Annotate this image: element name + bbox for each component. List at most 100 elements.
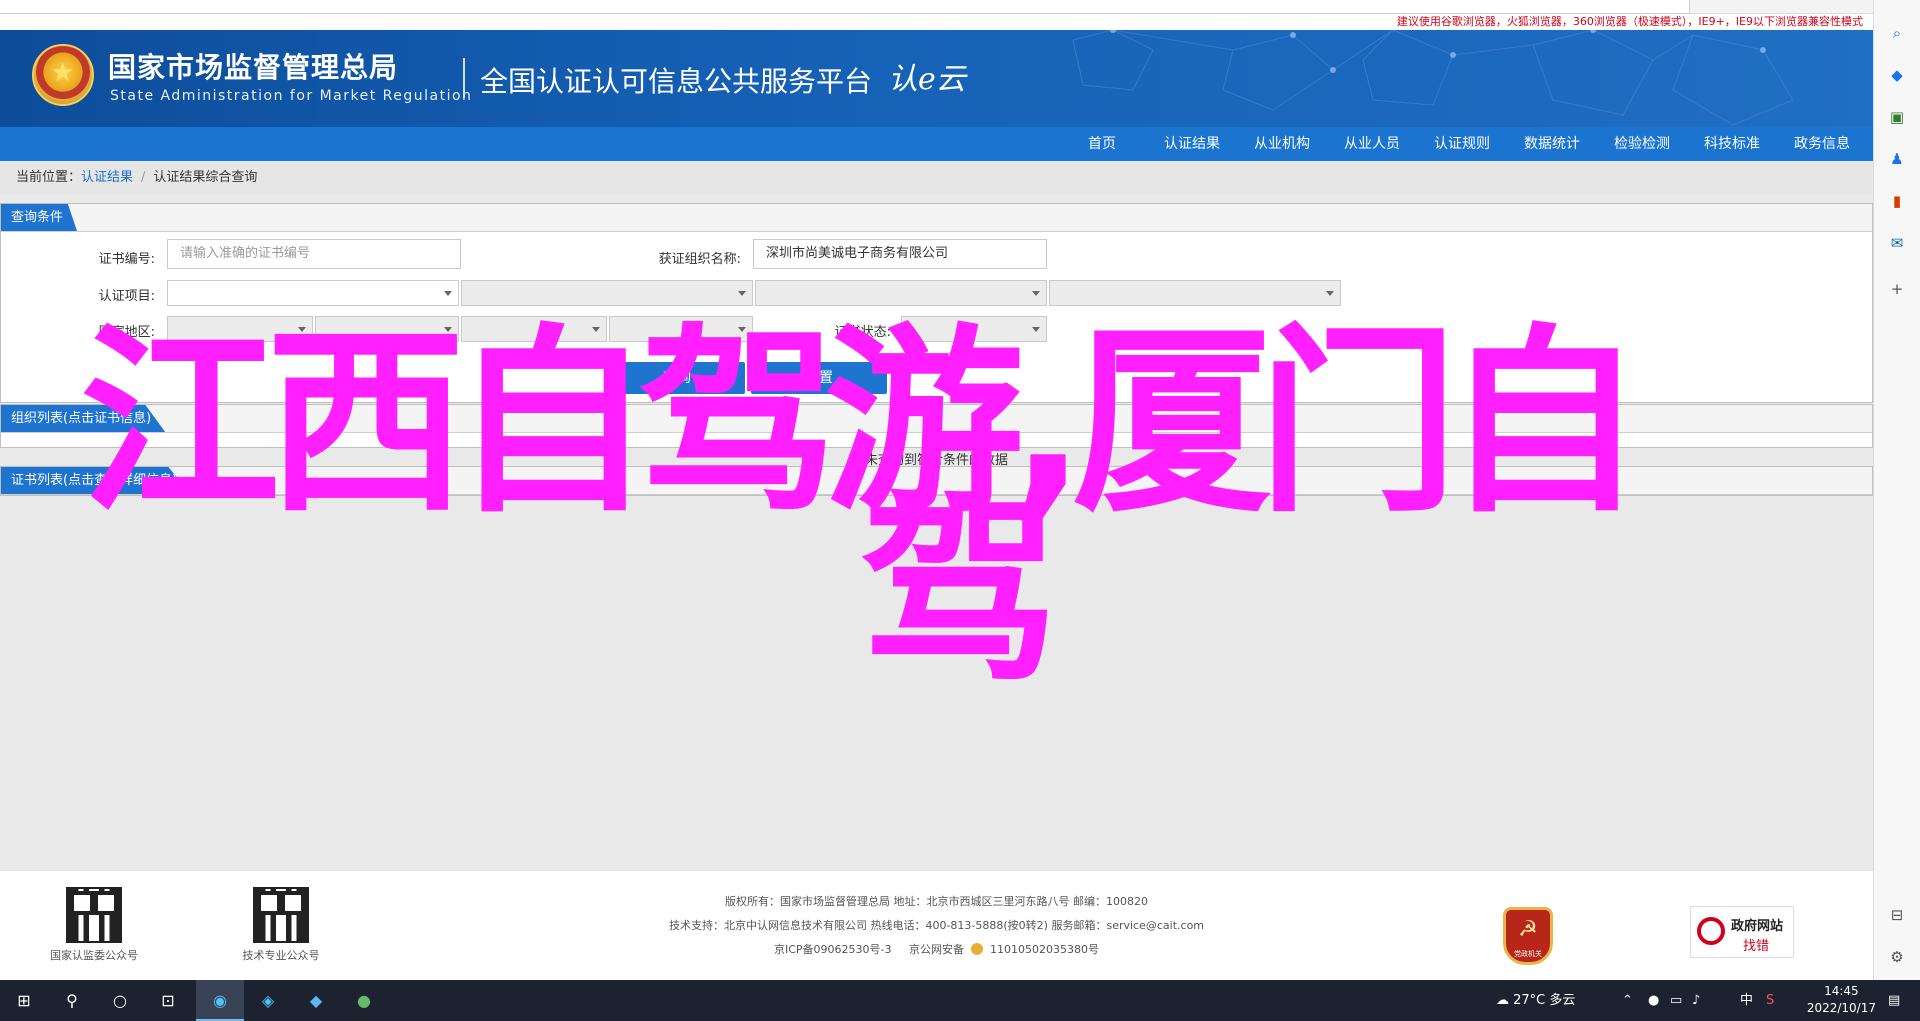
org-list-panel: 组织列表(点击证书信息) 未查询到符合条件的数据 [0,404,1873,468]
feishu-icon[interactable]: ◆ [292,980,340,1021]
nav-cert-results[interactable]: 认证结果 [1147,127,1237,161]
nav-institutions[interactable]: 从业机构 [1237,127,1327,161]
app-icon[interactable]: ◈ [244,980,292,1021]
os-taskbar: ⊞ ⚲ ○ ⊡ ◉ ◈ ◆ ● ☁ 27°C 多云 ⌃ ● ▭ ♪ 中 S 14… [0,980,1920,1021]
clock-time: 14:45 [1824,984,1859,998]
breadcrumb-link[interactable]: 认证结果 [81,170,133,185]
nav-statistics[interactable]: 数据统计 [1507,127,1597,161]
cert-status-select[interactable] [901,316,1047,342]
org-name-label: 获证组织名称: [658,252,741,267]
chevron-down-icon [1032,291,1040,296]
region-select-1[interactable] [167,316,313,342]
cert-item-select-3[interactable] [755,280,1047,306]
region-select-3[interactable] [461,316,607,342]
national-emblem-icon [32,44,94,106]
page-viewport: 建议使用谷歌浏览器，火狐浏览器，360浏览器（极速模式），IE9+，IE9以下浏… [0,14,1873,980]
ime-indicator[interactable]: 中 [1740,980,1753,1021]
banner-pattern [1072,30,1794,126]
chevron-down-icon [298,327,306,332]
footer-support: 技术支持：北京中认网信息技术有限公司 热线电话：400-813-5888(按0转… [668,919,1205,932]
search-button[interactable]: 查询 [609,362,745,394]
search-icon[interactable]: ⚲ [48,980,96,1021]
cert-item-select-2[interactable] [461,280,753,306]
breadcrumb-separator: / [141,170,146,185]
cert-no-input[interactable]: 请输入准确的证书编号 [167,239,461,269]
volume-icon[interactable]: ♪ [1692,980,1700,1021]
nav-inspection[interactable]: 检验检测 [1597,127,1687,161]
overlay-line-2: 驾 [860,477,1060,710]
system-clock[interactable]: 14:45 2022/10/17 [1807,983,1876,1017]
breadcrumb-prefix: 当前位置： [16,170,82,185]
office-icon[interactable]: ▮ [1888,192,1906,210]
tray-chevron-icon[interactable]: ⌃ [1622,980,1633,1021]
cert-no-label: 证书编号: [98,252,155,267]
org-list-tab: 组织列表(点击证书信息) [1,405,166,432]
cert-list-tab: 证书列表(点击查看详细信息) [1,467,192,494]
windows-start-icon[interactable]: ⊞ [0,980,48,1021]
weather-widget[interactable]: ☁ 27°C 多云 [1496,980,1575,1021]
agency-name-cn: 国家市场监督管理总局 [108,51,399,84]
region-select-4[interactable] [609,316,753,342]
query-panel: 查询条件 证书编号: 请输入准确的证书编号 获证组织名称: 深圳市尚美诚电子商务… [0,203,1873,403]
sogou-icon[interactable]: S [1766,980,1774,1021]
people-icon[interactable]: ♟ [1888,150,1906,168]
site-banner: 国家市场监督管理总局 State Administration for Mark… [0,30,1873,127]
icp-link[interactable]: 京ICP备09062530号-3 [774,943,892,956]
cert-item-select-4[interactable] [1049,280,1341,306]
search-icon[interactable]: ⌕ [1888,24,1906,42]
task-view-icon[interactable]: ○ [96,980,144,1021]
tray-wechat-icon[interactable]: ● [1648,980,1659,1021]
footer-copyright: 版权所有：国家市场监督管理总局 地址：北京市西城区三里河东路八号 邮编：1008… [725,895,1148,908]
platform-logo: 认e云 [888,62,966,97]
banner-divider [463,58,465,98]
cert-item-label: 认证项目: [98,289,155,304]
chevron-down-icon [1032,327,1040,332]
gov-site-label: 政府网站 [1731,919,1784,934]
nav-gov-info[interactable]: 政务信息 [1777,127,1867,161]
wechat-icon[interactable]: ● [340,980,388,1021]
add-icon[interactable]: + [1888,280,1906,298]
footer-icp: 京ICP备09062530号-3 京公网安备 11010502035380号 [0,941,1873,957]
notification-icon[interactable]: ▤ [1888,980,1900,1021]
address-bar[interactable] [0,0,1690,14]
gear-icon[interactable]: ⚙ [1888,948,1906,966]
badge-label: 党政机关 [1514,950,1542,958]
cert-list-panel: 证书列表(点击查看详细信息) [0,466,1873,496]
reset-button[interactable]: 重置 [751,362,887,394]
party-gov-badge-icon[interactable]: ☭ 党政机关 [1503,907,1553,965]
magnifier-icon [1697,917,1725,945]
network-icon[interactable]: ▭ [1670,980,1682,1021]
chevron-down-icon [444,291,452,296]
org-name-input[interactable]: 深圳市尚美诚电子商务有限公司 [753,239,1047,269]
chevron-down-icon [1326,291,1334,296]
widgets-icon[interactable]: ⊡ [144,980,192,1021]
report-error-label: 找错 [1743,939,1770,954]
agency-name-en: State Administration for Market Regulati… [110,88,473,104]
tag-icon[interactable]: ◆ [1888,66,1906,84]
nav-home[interactable]: 首页 [1057,127,1147,161]
briefcase-icon[interactable]: ▣ [1888,108,1906,126]
browser-sidebar: ⌕ ◆ ▣ ♟ ▮ ✉ + ⊟ ⚙ [1873,0,1920,980]
region-select-2[interactable] [315,316,459,342]
police-label: 京公网安备 [909,943,964,956]
platform-title: 全国认证认可信息公共服务平台 [480,65,873,98]
outlook-icon[interactable]: ✉ [1888,234,1906,252]
query-panel-tab: 查询条件 [1,204,78,231]
breadcrumb: 当前位置：认证结果 / 认证结果综合查询 [0,161,1873,195]
gov-site-error-report[interactable]: 政府网站 找错 [1690,906,1794,958]
sidebar-toggle-icon[interactable]: ⊟ [1888,906,1906,924]
nav-standards[interactable]: 科技标准 [1687,127,1777,161]
chevron-down-icon [738,291,746,296]
breadcrumb-current: 认证结果综合查询 [153,170,258,185]
region-label: 国家地区: [98,325,155,340]
nav-cert-rules[interactable]: 认证规则 [1417,127,1507,161]
weather-text: 27°C 多云 [1513,993,1576,1008]
browser-toolbar [0,0,1873,14]
main-nav: 首页 认证结果 从业机构 从业人员 认证规则 数据统计 检验检测 科技标准 政务… [0,127,1873,161]
cert-item-select-1[interactable] [167,280,459,306]
chevron-down-icon [592,327,600,332]
nav-personnel[interactable]: 从业人员 [1327,127,1417,161]
site-footer: 国家认监委公众号 技术专业公众号 版权所有：国家市场监督管理总局 地址：北京市西… [0,870,1873,980]
police-number-link[interactable]: 11010502035380号 [990,943,1099,956]
edge-browser-icon[interactable]: ◉ [196,980,244,1021]
